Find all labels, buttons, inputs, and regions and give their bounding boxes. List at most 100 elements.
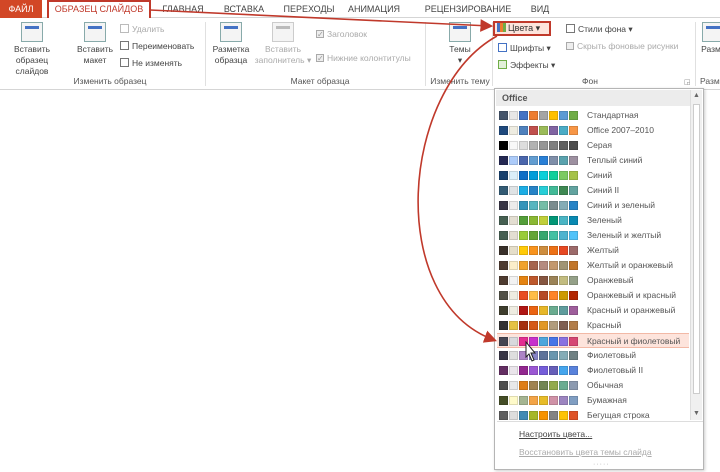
color-swatch	[539, 276, 548, 285]
color-swatch	[549, 141, 558, 150]
tab-home[interactable]: ГЛАВНАЯ	[158, 0, 208, 18]
dropdown-scrollbar[interactable]: ▲ ▼	[690, 90, 702, 420]
color-scheme-name: Синий	[587, 170, 613, 180]
color-swatch	[529, 126, 538, 135]
color-swatch	[519, 306, 528, 315]
color-swatch	[509, 337, 518, 346]
color-swatch	[529, 366, 538, 375]
customize-colors-link[interactable]: Настроить цвета...	[519, 429, 592, 439]
color-swatch	[509, 351, 518, 360]
resize-grip[interactable]: ·····	[593, 461, 610, 468]
color-scheme-item[interactable]: Office 2007–2010	[497, 123, 689, 138]
color-swatches	[499, 201, 579, 210]
color-swatch	[569, 261, 578, 270]
color-swatch	[529, 261, 538, 270]
color-scheme-item[interactable]: Желтый	[497, 243, 689, 258]
color-scheme-item[interactable]: Синий II	[497, 183, 689, 198]
color-swatch	[569, 111, 578, 120]
color-swatch	[559, 126, 568, 135]
scroll-up-icon[interactable]: ▲	[691, 90, 702, 102]
color-swatches	[499, 231, 579, 240]
slide-size-button[interactable]: Разм	[700, 22, 720, 55]
preserve-button[interactable]: Не изменять	[120, 57, 182, 70]
tab-insert[interactable]: ВСТАВКА	[218, 0, 270, 18]
color-scheme-item[interactable]: Обычная	[497, 378, 689, 393]
dialog-launcher-icon[interactable]: ◲	[684, 78, 691, 86]
color-swatch	[549, 246, 558, 255]
color-swatch	[559, 186, 568, 195]
color-scheme-item[interactable]: Теплый синий	[497, 153, 689, 168]
colors-icon	[497, 23, 506, 32]
color-scheme-name: Фиолетовый II	[587, 365, 644, 375]
colors-button[interactable]: Цвета ▾	[493, 21, 551, 36]
color-scheme-item[interactable]: Стандартная	[497, 108, 689, 123]
color-scheme-item[interactable]: Фиолетовый II	[497, 363, 689, 378]
fonts-button[interactable]: Шрифты ▾	[498, 42, 551, 55]
color-scheme-name: Красный	[587, 320, 622, 330]
color-scheme-item[interactable]: Желтый и оранжевый	[497, 258, 689, 273]
color-scheme-item[interactable]: Оранжевый	[497, 273, 689, 288]
tab-transitions[interactable]: ПЕРЕХОДЫ	[280, 0, 338, 18]
tab-slide-master[interactable]: ОБРАЗЕЦ СЛАЙДОВ	[47, 0, 151, 18]
rename-icon	[120, 41, 129, 50]
color-scheme-item[interactable]: Зеленый	[497, 213, 689, 228]
color-scheme-item[interactable]: Серая	[497, 138, 689, 153]
footers-checkbox[interactable]: Нижние колонтитулы	[316, 52, 411, 65]
color-swatch	[539, 366, 548, 375]
color-swatch	[569, 156, 578, 165]
color-swatch	[499, 216, 508, 225]
color-scheme-item[interactable]: Оранжевый и красный	[497, 288, 689, 303]
insert-layout-button[interactable]: Вставить макет	[72, 22, 118, 66]
group-separator	[205, 22, 206, 86]
color-scheme-item[interactable]: Синий и зеленый	[497, 198, 689, 213]
effects-button[interactable]: Эффекты ▾	[498, 59, 555, 72]
background-styles-button[interactable]: Стили фона ▾	[566, 23, 633, 36]
color-swatch	[509, 126, 518, 135]
color-swatch	[529, 201, 538, 210]
insert-placeholder-button[interactable]: Вставить заполнитель ▾	[254, 22, 312, 66]
color-swatch	[519, 411, 528, 420]
color-scheme-item[interactable]: Красный	[497, 318, 689, 333]
rename-button[interactable]: Переименовать	[120, 40, 194, 53]
color-scheme-item[interactable]: Синий	[497, 168, 689, 183]
color-scheme-name: Синий II	[587, 185, 620, 195]
color-swatch	[539, 246, 548, 255]
color-scheme-item[interactable]: Красный и оранжевый	[497, 303, 689, 318]
color-swatch	[519, 396, 528, 405]
color-swatch	[559, 171, 568, 180]
title-checkbox[interactable]: Заголовок	[316, 28, 367, 41]
reset-colors-link[interactable]: Восстановить цвета темы слайда	[519, 447, 652, 457]
color-swatches	[499, 126, 579, 135]
color-swatch	[509, 306, 518, 315]
tab-view[interactable]: ВИД	[525, 0, 555, 18]
color-swatches	[499, 261, 579, 270]
master-layout-button[interactable]: Разметка образца	[208, 22, 254, 66]
color-scheme-item[interactable]: Зеленый и желтый	[497, 228, 689, 243]
hide-background-checkbox[interactable]: Скрыть фоновые рисунки	[566, 40, 678, 53]
color-swatch	[549, 216, 558, 225]
color-swatch	[519, 321, 528, 330]
color-swatch	[499, 396, 508, 405]
tab-file[interactable]: ФАЙЛ	[0, 0, 42, 18]
color-swatch	[549, 396, 558, 405]
color-swatch	[539, 216, 548, 225]
tab-review[interactable]: РЕЦЕНЗИРОВАНИЕ	[420, 0, 516, 18]
scroll-thumb[interactable]	[693, 104, 700, 394]
delete-button[interactable]: Удалить	[120, 23, 164, 36]
insert-placeholder-icon	[272, 22, 294, 42]
color-swatch	[519, 201, 528, 210]
insert-slide-master-button[interactable]: Вставить образец слайдов	[2, 22, 62, 77]
color-scheme-item[interactable]: Бумажная	[497, 393, 689, 408]
scroll-down-icon[interactable]: ▼	[691, 408, 702, 420]
color-scheme-name: Оранжевый и красный	[587, 290, 676, 300]
group-label-edit-theme: Изменить тему	[430, 76, 490, 86]
color-swatch	[539, 351, 548, 360]
color-scheme-name: Стандартная	[587, 110, 639, 120]
color-swatch	[539, 171, 548, 180]
tab-animations[interactable]: АНИМАЦИЯ	[338, 0, 410, 18]
color-swatch	[549, 291, 558, 300]
color-swatch	[559, 321, 568, 330]
color-swatch	[539, 337, 548, 346]
themes-button[interactable]: Темы ▾	[442, 22, 478, 66]
color-scheme-name: Фиолетовый	[587, 350, 637, 360]
